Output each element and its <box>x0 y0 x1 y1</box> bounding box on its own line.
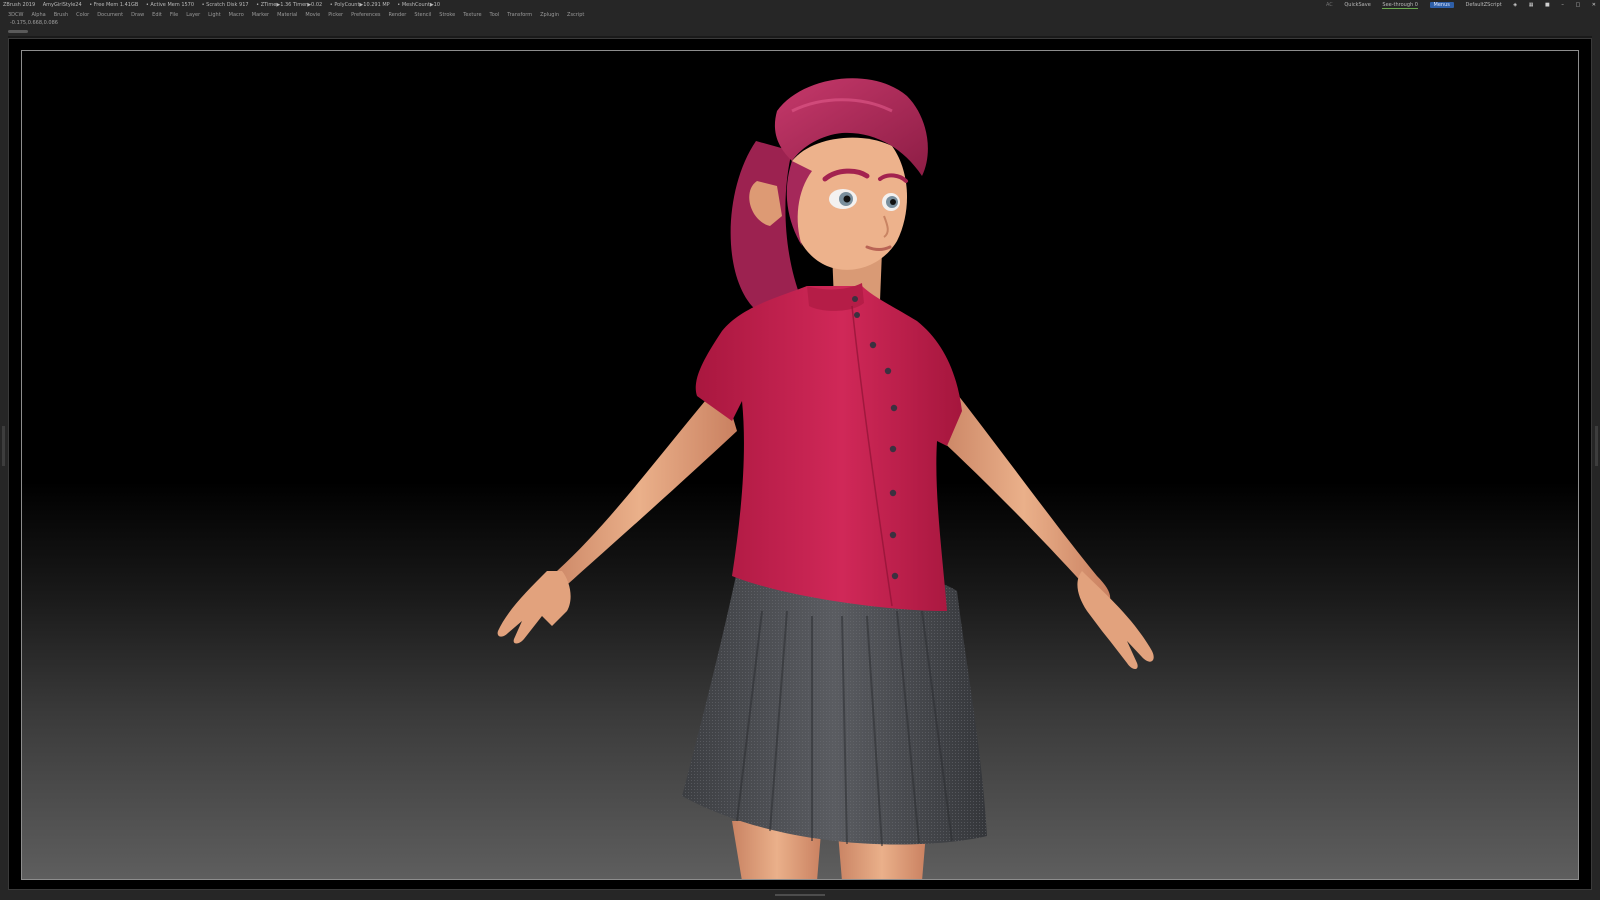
menu-item-macro[interactable]: Macro <box>229 12 244 18</box>
right-tray <box>1592 36 1600 890</box>
document-name: AmyGirlStyle24 <box>42 2 82 8</box>
coordinate-readout: -0.175,0.668,0.086 <box>10 20 58 26</box>
palette-icon[interactable]: ◈ <box>1513 2 1517 8</box>
ac-button[interactable]: AC <box>1326 2 1333 8</box>
bottom-bar <box>0 890 1600 900</box>
menu-item-zscript[interactable]: Zscript <box>567 12 584 18</box>
character-render[interactable] <box>22 51 1579 880</box>
meshcount: • MeshCount▶10 <box>397 2 441 8</box>
maximize-icon[interactable]: □ <box>1575 2 1580 8</box>
menu-bar: 3DCW Alpha Brush Color Document Draw Edit File L… <box>0 10 1600 20</box>
menu-item-render[interactable]: Render <box>389 12 407 18</box>
default-zscript-button[interactable]: DefaultZScript <box>1465 2 1501 8</box>
right-hand <box>1077 571 1154 669</box>
menu-item-movie[interactable]: Movie <box>305 12 320 18</box>
ztime: • ZTime▶1.36 Timer▶0.02 <box>256 2 323 8</box>
title-bar: ZBrush 2019 AmyGirlStyle24 • Free Mem 1.… <box>0 0 1600 10</box>
left-hand <box>497 571 571 644</box>
document-viewport[interactable] <box>21 50 1579 880</box>
menu-item-transform[interactable]: Transform <box>507 12 532 18</box>
tray-scroll-handle[interactable] <box>8 30 28 33</box>
minimize-icon[interactable]: – <box>1561 2 1564 8</box>
menu-item-marker[interactable]: Marker <box>252 12 269 18</box>
menu-item-alpha[interactable]: Alpha <box>31 12 45 18</box>
right-arm <box>937 381 1111 607</box>
menu-item-tool[interactable]: Tool <box>490 12 500 18</box>
menu-item-3dcw[interactable]: 3DCW <box>8 12 23 18</box>
menu-item-color[interactable]: Color <box>76 12 89 18</box>
menu-item-zplugin[interactable]: Zplugin <box>540 12 559 18</box>
right-pupil <box>890 199 896 205</box>
quicksave-button[interactable]: QuickSave <box>1344 2 1370 8</box>
menu-item-brush[interactable]: Brush <box>54 12 68 18</box>
active-mem: • Active Mem 1570 <box>145 2 195 8</box>
menu-item-draw[interactable]: Draw <box>131 12 144 18</box>
menu-item-preferences[interactable]: Preferences <box>351 12 380 18</box>
left-arm <box>541 381 737 603</box>
see-through-slider[interactable]: See-through 0 <box>1382 2 1418 9</box>
menu-item-stroke[interactable]: Stroke <box>439 12 455 18</box>
polycount: • PolyCount▶10.291 MP <box>329 2 390 8</box>
left-tray <box>0 36 8 890</box>
menus-button[interactable]: Menus <box>1429 2 1454 8</box>
shirt <box>695 286 962 611</box>
lock-icon[interactable]: ■ <box>1545 2 1550 8</box>
menu-item-picker[interactable]: Picker <box>328 12 343 18</box>
menu-item-edit[interactable]: Edit <box>152 12 162 18</box>
close-icon[interactable]: ✕ <box>1592 2 1596 8</box>
app-name: ZBrush 2019 <box>3 2 36 8</box>
bottom-tray-grip[interactable] <box>775 894 825 896</box>
menu-item-material[interactable]: Material <box>277 12 297 18</box>
scratch-disk: • Scratch Disk 917 <box>201 2 249 8</box>
layout-icon[interactable]: ▦ <box>1529 2 1534 8</box>
menu-item-stencil[interactable]: Stencil <box>414 12 431 18</box>
menu-item-file[interactable]: File <box>170 12 178 18</box>
left-tray-grip[interactable] <box>2 426 5 466</box>
coordinate-bar: -0.175,0.668,0.086 <box>0 20 1600 36</box>
right-tray-grip[interactable] <box>1595 426 1598 466</box>
free-mem: • Free Mem 1.41GB <box>89 2 139 8</box>
menu-item-layer[interactable]: Layer <box>186 12 200 18</box>
menu-item-document[interactable]: Document <box>97 12 123 18</box>
left-pupil <box>843 195 851 203</box>
menu-item-texture[interactable]: Texture <box>463 12 481 18</box>
menu-item-light[interactable]: Light <box>208 12 220 18</box>
